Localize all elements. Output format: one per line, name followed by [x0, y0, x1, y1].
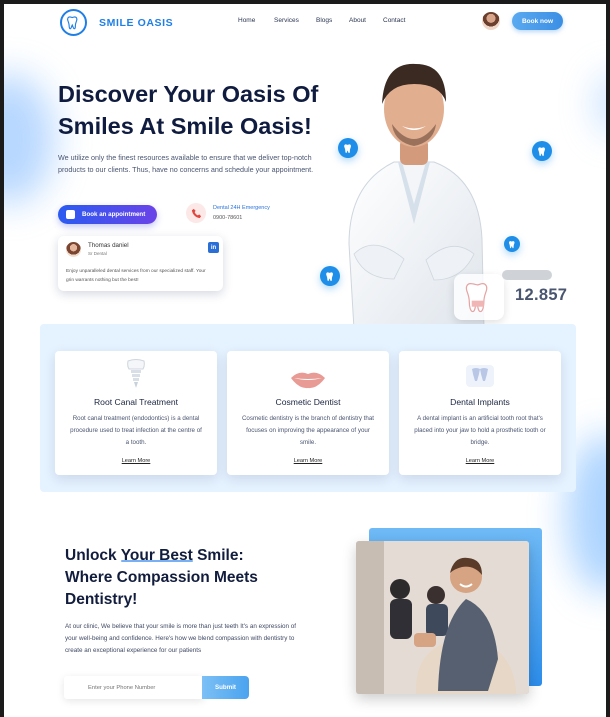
tooth-implant-icon	[127, 359, 145, 388]
nav-contact[interactable]: Contact	[383, 17, 405, 24]
hero-description: We utilize only the finest resources ava…	[58, 153, 314, 174]
tooth-model-icon	[454, 274, 504, 320]
hero-title: Discover Your Oasis Of Smiles At Smile O…	[58, 81, 319, 139]
reviewer-avatar	[66, 242, 81, 257]
service-card-root-canal[interactable]: Root Canal Treatment Root canal treatmen…	[55, 351, 217, 475]
dental-implants-icon	[466, 365, 494, 387]
logo[interactable]: SMILE OASIS	[60, 9, 173, 36]
service-title: Dental Implants	[450, 397, 510, 407]
user-avatar[interactable]	[482, 12, 500, 30]
brand-name: SMILE OASIS	[99, 16, 174, 29]
service-description: Cosmetic dentistry is the branch of dent…	[241, 415, 375, 446]
tooth-badge-icon	[320, 266, 340, 286]
stat-pill	[502, 270, 552, 280]
tooth-badge-icon	[532, 141, 552, 161]
nav-about[interactable]: About	[349, 17, 383, 24]
learn-more-link[interactable]: Learn More	[466, 458, 495, 464]
book-appointment-label: Book an appointment	[82, 211, 146, 218]
service-description: Root canal treatment (endodontics) is a …	[70, 415, 202, 446]
emergency-label: Dental 24H Emergency	[213, 205, 270, 211]
learn-more-link[interactable]: Learn More	[122, 458, 151, 464]
title-part: Smile:	[197, 547, 244, 564]
book-appointment-button[interactable]: Book an appointment	[58, 205, 157, 224]
stat-card: 12.857	[454, 270, 574, 320]
tooth-badge-icon	[504, 236, 520, 252]
page: SMILE OASIS Home Services Blogs About Co…	[4, 4, 606, 717]
nav-services[interactable]: Services	[274, 17, 316, 24]
service-description: A dental implant is an artificial tooth …	[414, 415, 546, 446]
submit-button[interactable]: Submit	[202, 676, 249, 699]
reviewer-name: Thomas daniel	[88, 242, 129, 249]
learn-more-link[interactable]: Learn More	[294, 458, 323, 464]
section-description: At our clinic, We believe that your smil…	[65, 623, 297, 654]
phone-number-input[interactable]	[64, 676, 204, 699]
header: SMILE OASIS Home Services Blogs About Co…	[4, 4, 606, 42]
service-card-implants[interactable]: Dental Implants A dental implant is an a…	[399, 351, 561, 475]
title-part: Unlock	[65, 547, 117, 564]
linkedin-icon[interactable]: in	[208, 242, 219, 253]
emergency-contact[interactable]: Dental 24H Emergency 0900-78601	[186, 203, 270, 223]
emergency-phone: 0900-78601	[213, 215, 243, 221]
service-title: Root Canal Treatment	[93, 397, 179, 407]
lips-icon	[291, 372, 325, 389]
review-text: Enjoy unparalleled dental services from …	[66, 269, 206, 283]
title-part: Where Compassion Meets Dentistry!	[65, 569, 258, 608]
title-highlight: Your Best	[120, 547, 193, 564]
review-card: Thomas daniel Sr Dental in Enjoy unparal…	[58, 236, 223, 291]
nav-home[interactable]: Home	[238, 17, 274, 24]
service-card-cosmetic[interactable]: Cosmetic Dentist Cosmetic dentistry is t…	[227, 351, 389, 475]
service-title: Cosmetic Dentist	[275, 397, 341, 407]
calendar-icon	[66, 210, 75, 219]
stat-value: 12.857	[515, 286, 568, 304]
nav-blogs[interactable]: Blogs	[316, 17, 349, 24]
phone-icon	[186, 203, 206, 223]
patient-photo	[356, 541, 529, 694]
section-title: Unlock Your Best Smile: Where Compassion…	[65, 545, 325, 611]
decor-glow-left	[4, 74, 54, 204]
decor-glow-top-right	[596, 74, 606, 134]
tooth-badge-icon	[338, 138, 358, 158]
reviewer-role: Sr Dental	[88, 251, 107, 256]
book-now-button[interactable]: Book now	[512, 12, 563, 30]
main-nav: Home Services Blogs About Contact	[238, 17, 405, 24]
tooth-logo-icon	[60, 9, 87, 36]
